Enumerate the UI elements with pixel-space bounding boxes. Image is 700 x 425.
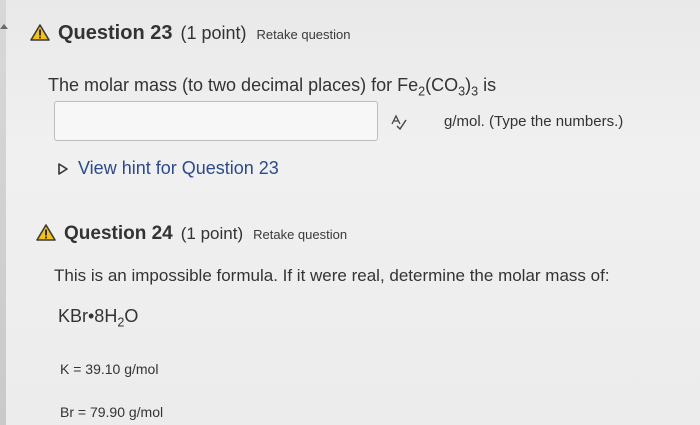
mass-k: K = 39.10 g/mol bbox=[60, 361, 159, 377]
mass-br: Br = 79.90 g/mol bbox=[60, 404, 164, 420]
hint-toggle-23[interactable]: View hint for Question 23 bbox=[58, 158, 279, 179]
question-23-header: Question 23 (1 point) Retake question bbox=[30, 22, 350, 45]
spellcheck-icon[interactable] bbox=[390, 114, 408, 130]
question-23-prompt: The molar mass (to two decimal places) f… bbox=[48, 75, 496, 99]
warning-triangle-icon bbox=[36, 224, 56, 241]
prompt-text-prefix: The molar mass (to two decimal places) f… bbox=[48, 75, 419, 95]
formula-end: O bbox=[124, 306, 139, 326]
retake-question-23-link[interactable]: Retake question bbox=[257, 27, 351, 42]
warning-triangle-icon bbox=[30, 24, 50, 41]
unit-label: g/mol. (Type the numbers.) bbox=[444, 113, 624, 130]
question-24-title: Question 24 bbox=[64, 223, 173, 244]
question-24-points: (1 point) bbox=[180, 224, 244, 243]
formula-mid: (CO bbox=[425, 75, 459, 95]
play-triangle-icon bbox=[58, 162, 68, 175]
question-23-title: Question 23 bbox=[58, 22, 173, 44]
question-23-card: Question 23 (1 point) Retake question Th… bbox=[6, 0, 700, 208]
hint-link-23[interactable]: View hint for Question 23 bbox=[78, 158, 279, 179]
question-24-formula: KBr•8H2O bbox=[58, 306, 138, 330]
prompt-text-suffix: is bbox=[478, 75, 497, 95]
question-24-prompt: This is an impossible formula. If it wer… bbox=[54, 266, 610, 285]
retake-question-24-link[interactable]: Retake question bbox=[253, 227, 347, 242]
question-23-points: (1 point) bbox=[180, 23, 247, 43]
question-24-header: Question 24 (1 point) Retake question bbox=[36, 222, 347, 245]
answer-input-23[interactable] bbox=[54, 101, 378, 141]
formula-main: KBr•8H bbox=[58, 306, 118, 326]
